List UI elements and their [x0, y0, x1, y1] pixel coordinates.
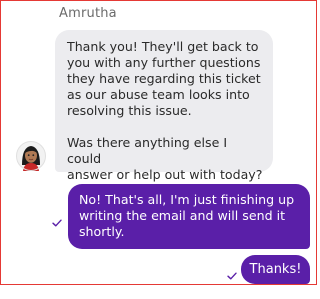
user-message-bubble: Thanks!: [241, 255, 310, 284]
sent-check-icon: [52, 212, 62, 227]
agent-message-bubble: Thank you! They'll get back to you with …: [55, 30, 273, 182]
agent-avatar-icon: [16, 141, 46, 171]
user-message-text: No! That's all, I'm just finishing up wr…: [79, 192, 295, 239]
agent-message-paragraph-1: Thank you! They'll get back to you with …: [67, 39, 261, 118]
agent-name: Amrutha: [59, 6, 117, 21]
agent-message-paragraph-2: Was there anything else I could answer o…: [67, 135, 263, 182]
sent-check-icon: [227, 265, 237, 280]
user-message-bubble: No! That's all, I'm just finishing up wr…: [68, 184, 310, 249]
